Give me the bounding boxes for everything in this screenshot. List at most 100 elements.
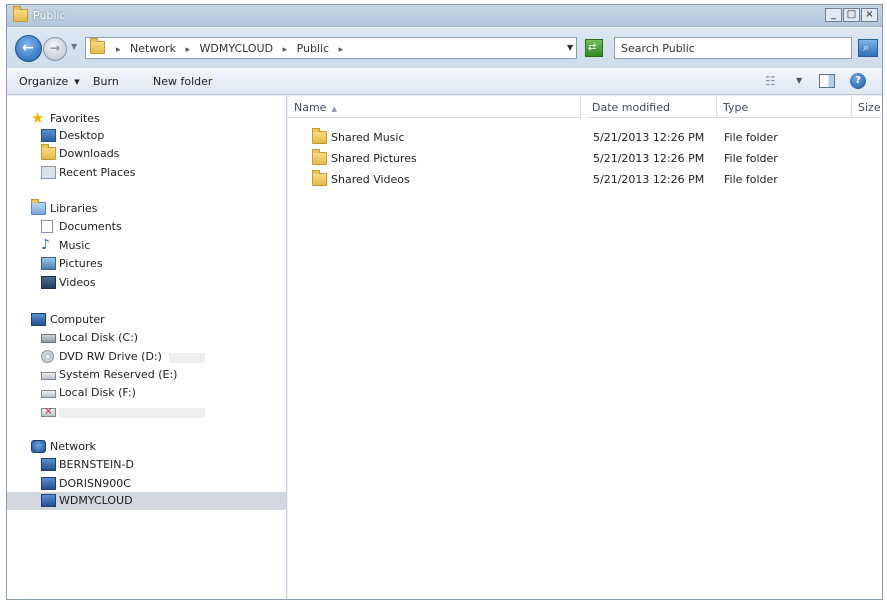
- organize-button[interactable]: Organize ▼: [19, 75, 80, 88]
- file-row-shared-music[interactable]: Shared Music 5/21/2013 12:26 PM File fol…: [288, 127, 882, 148]
- nav-network[interactable]: Network: [7, 438, 286, 456]
- pictures-icon: [41, 257, 56, 270]
- back-button[interactable]: ←: [15, 35, 42, 62]
- nav-computer[interactable]: Computer: [7, 311, 286, 329]
- refresh-button[interactable]: ⇄: [585, 39, 603, 57]
- downloads-icon: [41, 144, 56, 160]
- nav-item-bernstein-d[interactable]: BERNSTEIN-D: [7, 456, 286, 474]
- folder-icon: [312, 128, 327, 144]
- nav-item-disconnected-drive[interactable]: ×: [7, 403, 286, 421]
- search-input[interactable]: [621, 39, 831, 57]
- search-box[interactable]: [614, 37, 852, 59]
- hard-drive-icon: [41, 390, 56, 398]
- column-header-date-modified[interactable]: Date modified: [586, 96, 717, 118]
- title-bar[interactable]: Public _ □ ×: [7, 5, 882, 27]
- burn-button[interactable]: Burn: [93, 75, 119, 88]
- arrow-left-icon: ←: [22, 40, 34, 56]
- computer-icon: [41, 494, 56, 507]
- column-header-name[interactable]: Name ▲: [288, 96, 581, 118]
- breadcrumb-separator[interactable]: ▸: [116, 45, 121, 55]
- recent-pages-dropdown-icon[interactable]: ▼: [71, 42, 77, 51]
- address-dropdown-icon[interactable]: ▼: [567, 43, 573, 52]
- file-date: 5/21/2013 12:26 PM: [593, 152, 705, 165]
- redacted-area: [59, 408, 205, 418]
- nav-item-dvd-drive[interactable]: DVD RW Drive (D:): [7, 348, 286, 366]
- file-date: 5/21/2013 12:26 PM: [593, 131, 705, 144]
- computer-icon: [41, 458, 56, 471]
- window-title: Public: [33, 9, 66, 22]
- nav-item-label: Downloads: [59, 147, 120, 160]
- breadcrumb-separator[interactable]: ▸: [185, 45, 190, 55]
- nav-item-label: Local Disk (C:): [59, 331, 139, 344]
- network-folder-icon: [90, 38, 105, 55]
- recent-places-icon: [41, 166, 56, 179]
- close-button[interactable]: ×: [861, 8, 878, 22]
- nav-item-downloads[interactable]: Downloads: [7, 144, 286, 163]
- command-bar: Organize ▼ Burn New folder ☷ ▼ ?: [7, 68, 882, 95]
- help-icon[interactable]: ?: [850, 73, 866, 89]
- navigation-pane[interactable]: ★ Favorites Desktop Downloads Recent Pla…: [7, 96, 287, 599]
- refresh-icon: ⇄: [588, 42, 597, 53]
- nav-item-label: Desktop: [59, 129, 105, 142]
- file-date: 5/21/2013 12:26 PM: [593, 173, 705, 186]
- search-button[interactable]: ⌕: [858, 39, 878, 57]
- breadcrumb-wdmycloud[interactable]: WDMYCLOUD: [200, 42, 274, 55]
- breadcrumb-network[interactable]: Network: [130, 42, 176, 55]
- nav-item-label: DVD RW Drive (D:): [59, 350, 162, 363]
- preview-pane-icon[interactable]: [819, 74, 835, 88]
- folder-icon: [13, 6, 29, 22]
- nav-item-label: DORISN900C: [59, 477, 131, 490]
- file-row-shared-videos[interactable]: Shared Videos 5/21/2013 12:26 PM File fo…: [288, 169, 882, 190]
- change-view-icon[interactable]: ☷: [765, 74, 781, 88]
- nav-item-documents[interactable]: Documents: [7, 218, 286, 236]
- column-header-label: Type: [723, 101, 749, 114]
- column-header-type[interactable]: Type: [717, 96, 852, 118]
- dvd-drive-icon: [41, 350, 54, 363]
- file-type: File folder: [724, 131, 778, 144]
- column-name-text: Name: [294, 101, 327, 114]
- new-folder-button[interactable]: New folder: [153, 75, 212, 88]
- documents-icon: [41, 220, 53, 233]
- file-list[interactable]: Name ▲ Date modified Type Size Shared Mus…: [288, 96, 882, 599]
- computer-icon: [31, 313, 46, 326]
- nav-item-local-disk-f[interactable]: Local Disk (F:): [7, 384, 286, 402]
- window-controls: _ □ ×: [824, 8, 878, 22]
- breadcrumb-public[interactable]: Public: [297, 42, 330, 55]
- nav-item-label: System Reserved (E:): [59, 368, 178, 381]
- nav-libraries[interactable]: Libraries: [7, 199, 286, 218]
- view-options-dropdown-icon[interactable]: ▼: [796, 76, 802, 85]
- organize-label: Organize: [19, 75, 69, 88]
- nav-item-label: BERNSTEIN-D: [59, 458, 134, 471]
- nav-item-label: Local Disk (F:): [59, 386, 136, 399]
- nav-item-music[interactable]: ♪ Music: [7, 237, 286, 255]
- sort-ascending-icon: ▲: [331, 105, 337, 113]
- breadcrumb: ▸ Network ▸ WDMYCLOUD ▸ Public ▸: [110, 42, 349, 55]
- forward-button[interactable]: →: [43, 37, 67, 61]
- address-bar[interactable]: ▸ Network ▸ WDMYCLOUD ▸ Public ▸: [85, 37, 577, 59]
- nav-item-dorisn900c[interactable]: DORISN900C: [7, 475, 286, 493]
- nav-item-recent-places[interactable]: Recent Places: [7, 164, 286, 182]
- nav-libraries-label: Libraries: [50, 202, 98, 215]
- nav-item-local-disk-c[interactable]: Local Disk (C:): [7, 329, 286, 347]
- libraries-icon: [31, 199, 46, 215]
- nav-item-label: Pictures: [59, 257, 103, 270]
- file-name: Shared Videos: [331, 173, 410, 186]
- hard-drive-icon: [41, 334, 56, 343]
- nav-item-videos[interactable]: Videos: [7, 274, 286, 292]
- nav-item-system-reserved[interactable]: System Reserved (E:): [7, 366, 286, 384]
- file-row-shared-pictures[interactable]: Shared Pictures 5/21/2013 12:26 PM File …: [288, 148, 882, 169]
- breadcrumb-separator[interactable]: ▸: [339, 45, 344, 55]
- nav-favorites[interactable]: ★ Favorites: [7, 109, 286, 128]
- column-header-size[interactable]: Size: [852, 96, 882, 118]
- chevron-down-icon: ▼: [74, 78, 80, 86]
- maximize-button[interactable]: □: [843, 8, 860, 22]
- breadcrumb-separator[interactable]: ▸: [283, 45, 288, 55]
- folder-icon: [312, 170, 327, 186]
- nav-item-pictures[interactable]: Pictures: [7, 255, 286, 273]
- nav-item-desktop[interactable]: Desktop: [7, 127, 286, 145]
- nav-computer-label: Computer: [50, 313, 105, 326]
- folder-icon: [312, 149, 327, 165]
- file-type: File folder: [724, 173, 778, 186]
- minimize-button[interactable]: _: [825, 8, 842, 22]
- nav-item-wdmycloud[interactable]: WDMYCLOUD: [7, 492, 286, 510]
